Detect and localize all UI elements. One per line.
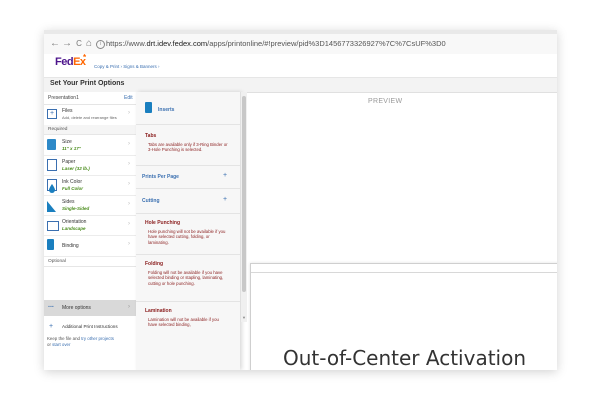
sidebar-item-ink-color[interactable]: Ink Color Full Color › xyxy=(44,176,137,196)
lamination-option: Lamination Lamination will not be availa… xyxy=(136,302,240,370)
sidebar-item-orientation[interactable]: Orientation Landscape › xyxy=(44,216,137,236)
keep-or-text: or xyxy=(47,341,51,347)
lamination-note: Lamination will not be available if you … xyxy=(148,317,219,328)
more-options-flyout: Inserts Tabs Tabs are available only if … xyxy=(136,92,240,370)
preview-page: Out-of-Center Activation xyxy=(250,263,557,370)
additional-instructions-button[interactable]: + Additional Print Instructions xyxy=(44,320,137,334)
paper-value: Laser (32 lb.) xyxy=(62,166,90,171)
page-title: Set Your Print Options xyxy=(50,80,125,87)
more-dots-icon: ... xyxy=(48,302,54,309)
scrollbar-thumb[interactable] xyxy=(242,96,246,292)
folding-option: Folding Folding will not be available if… xyxy=(136,255,240,302)
required-section: Required xyxy=(44,125,137,135)
breadcrumb[interactable]: Copy & Print › Signs & Banners › xyxy=(94,64,160,69)
prints-per-page-label: Prints Per Page xyxy=(142,174,179,180)
keep-file-text: Keep the file and try other projects or … xyxy=(47,336,135,347)
folding-note: Folding will not be available if you hav… xyxy=(148,270,224,286)
logo-fed: Fed xyxy=(55,56,74,68)
start-over-link[interactable]: start over xyxy=(52,342,70,347)
plus-icon: + xyxy=(49,323,54,330)
chevron-right-icon: › xyxy=(128,161,130,167)
add-files-icon[interactable]: + xyxy=(47,109,57,119)
chevron-right-icon: › xyxy=(128,221,130,227)
url-text[interactable]: https://www.drt.idev.fedex.com/apps/prin… xyxy=(106,39,446,48)
url-path: /apps/printonline/#!preview/pid%3D145677… xyxy=(207,39,446,48)
page-divider xyxy=(251,272,557,273)
sidebar-item-paper[interactable]: Paper Laser (32 lb.) › xyxy=(44,156,137,176)
inserts-option[interactable]: Inserts xyxy=(136,92,240,125)
additional-instructions-label: Additional Print Instructions xyxy=(62,324,118,329)
paper-label: Paper xyxy=(62,159,76,165)
orientation-value: Landscape xyxy=(62,226,86,231)
orientation-label: Orientation xyxy=(62,219,87,225)
keep-text: Keep the file and xyxy=(47,336,80,341)
inserts-label: Inserts xyxy=(158,107,175,113)
prints-per-page-plus-icon[interactable]: + xyxy=(223,172,227,179)
sidebar-item-binding[interactable]: Binding › xyxy=(44,236,137,257)
inserts-icon xyxy=(145,102,152,113)
url-prefix: https://www. xyxy=(106,39,147,48)
size-label: Size xyxy=(62,139,72,145)
options-sidebar: Presentation1 Edit + Files Add, delete a… xyxy=(44,92,138,370)
sidebar-item-size[interactable]: Size 11" x 17" › xyxy=(44,136,137,156)
cutting-plus-icon[interactable]: + xyxy=(223,196,227,203)
hole-punching-option: Hole Punching Hole punching will not be … xyxy=(136,214,240,255)
sides-icon xyxy=(47,199,56,212)
optional-section: Optional xyxy=(44,257,137,267)
cutting-option[interactable]: Cutting + xyxy=(136,189,240,214)
more-options-button[interactable]: ... More options › xyxy=(44,300,137,316)
binding-label: Binding xyxy=(62,243,79,249)
info-icon[interactable]: i xyxy=(96,40,105,49)
ink-drop-icon xyxy=(47,179,57,193)
scroll-down-icon[interactable]: ▼ xyxy=(241,315,247,320)
presentation-row: Presentation1 Edit xyxy=(44,92,137,105)
sides-value: Single-Sided xyxy=(62,206,90,211)
hole-punching-note: Hole punching will not be available if y… xyxy=(148,229,226,245)
binding-icon xyxy=(47,239,54,250)
reload-icon[interactable]: C xyxy=(74,38,84,50)
site-header: FedEx * Copy & Print › Signs & Banners › xyxy=(44,53,557,78)
document-title: Out-of-Center Activation xyxy=(282,346,527,370)
files-subtext: Add, delete and rearrange files xyxy=(62,115,117,120)
preview-label: PREVIEW xyxy=(368,98,403,105)
size-icon xyxy=(47,139,56,150)
chevron-right-icon: › xyxy=(128,304,130,310)
more-options-label: More options xyxy=(62,305,91,311)
chevron-right-icon: › xyxy=(128,141,130,147)
cutting-label: Cutting xyxy=(142,198,160,204)
sides-label: Sides xyxy=(62,199,75,205)
tabs-note: Tabs are available only if 3-Ring Binder… xyxy=(148,142,228,153)
chevron-right-icon: › xyxy=(128,241,130,247)
url-domain: drt.idev.fedex.com xyxy=(146,39,208,48)
lamination-label: Lamination xyxy=(145,308,172,314)
forward-icon[interactable]: → xyxy=(62,38,72,50)
try-other-projects-link[interactable]: try other projects xyxy=(81,336,114,341)
size-value: 11" x 17" xyxy=(62,146,81,151)
home-icon[interactable]: ⌂ xyxy=(84,38,94,50)
prints-per-page-option[interactable]: Prints Per Page + xyxy=(136,166,240,189)
fedex-logo[interactable]: FedEx * xyxy=(55,53,86,68)
chevron-right-icon: › xyxy=(128,181,130,187)
chevron-right-icon: › xyxy=(128,201,130,207)
paper-icon xyxy=(47,159,57,171)
sidebar-item-sides[interactable]: Sides Single-Sided › xyxy=(44,196,137,216)
chevron-right-icon: › xyxy=(128,110,130,116)
back-icon[interactable]: ← xyxy=(50,38,60,50)
folding-label: Folding xyxy=(145,261,164,267)
sidebar-item-files[interactable]: + Files Add, delete and rearrange files … xyxy=(44,105,137,126)
orientation-icon xyxy=(47,221,59,231)
tabs-label: Tabs xyxy=(145,133,157,139)
ink-color-value: Full Color xyxy=(62,186,83,191)
files-label: Files xyxy=(62,108,73,114)
hole-punching-label: Hole Punching xyxy=(145,220,180,226)
presentation-name: Presentation1 xyxy=(48,95,79,101)
flyout-scrollbar[interactable]: ▼ xyxy=(240,92,247,322)
options-header: Set Your Print Options xyxy=(44,78,557,93)
logo-star-icon: * xyxy=(83,53,86,62)
browser-window: ← → C ⌂ i https://www.drt.idev.fedex.com… xyxy=(44,30,557,370)
ink-color-label: Ink Color xyxy=(62,179,83,185)
edit-link[interactable]: Edit xyxy=(124,95,133,101)
tabs-option: Tabs Tabs are available only if 3-Ring B… xyxy=(136,125,240,166)
address-bar: ← → C ⌂ i https://www.drt.idev.fedex.com… xyxy=(44,34,557,55)
